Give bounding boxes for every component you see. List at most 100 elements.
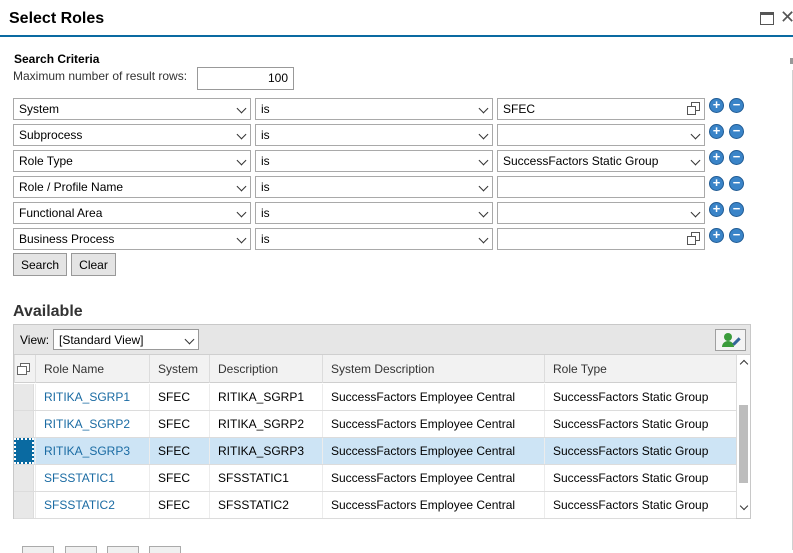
criteria-operator-select[interactable]: is bbox=[255, 98, 493, 120]
criteria-attribute-select[interactable]: Business Process bbox=[13, 228, 251, 250]
role-name-cell[interactable]: RITIKA_SGRP3 bbox=[35, 438, 149, 464]
criteria-row: Business Process is + − bbox=[0, 228, 760, 254]
role-name-cell[interactable]: RITIKA_SGRP2 bbox=[35, 411, 149, 437]
footer-button-2[interactable] bbox=[65, 546, 97, 553]
criteria-value-field[interactable] bbox=[497, 228, 705, 250]
chevron-down-icon bbox=[236, 103, 247, 114]
criteria-attribute-select-text: System bbox=[19, 102, 60, 116]
criteria-attribute-select-text: Role Type bbox=[19, 154, 73, 168]
chevron-down-icon bbox=[236, 207, 247, 218]
search-button[interactable]: Search bbox=[13, 253, 67, 276]
remove-criteria-button[interactable]: − bbox=[729, 124, 744, 139]
column-header-description[interactable]: Description bbox=[209, 355, 322, 383]
criteria-attribute-select-text: Subprocess bbox=[19, 128, 83, 142]
remove-criteria-button[interactable]: − bbox=[729, 176, 744, 191]
criteria-value-field[interactable] bbox=[497, 176, 705, 198]
view-select[interactable]: [Standard View] bbox=[53, 329, 199, 350]
system-cell: SFEC bbox=[149, 438, 209, 464]
criteria-operator-select-text: is bbox=[261, 102, 270, 116]
value-help-icon[interactable] bbox=[687, 102, 701, 116]
column-header-role-name[interactable]: Role Name bbox=[35, 355, 149, 383]
row-selector[interactable] bbox=[14, 384, 34, 410]
maximize-icon[interactable] bbox=[760, 12, 774, 25]
select-all-cell[interactable] bbox=[14, 355, 35, 383]
chevron-down-icon bbox=[690, 207, 701, 218]
scroll-up-icon[interactable] bbox=[739, 359, 749, 369]
role-type-cell: SuccessFactors Static Group bbox=[544, 411, 736, 437]
add-criteria-button[interactable]: + bbox=[709, 98, 724, 113]
add-criteria-button[interactable]: + bbox=[709, 202, 724, 217]
chevron-down-icon bbox=[478, 103, 489, 114]
criteria-attribute-select[interactable]: Role Type bbox=[13, 150, 251, 172]
remove-criteria-button[interactable]: − bbox=[729, 98, 744, 113]
close-icon[interactable]: ✕ bbox=[780, 8, 793, 26]
add-criteria-button[interactable]: + bbox=[709, 176, 724, 191]
criteria-row: System is SFEC + − bbox=[0, 98, 760, 124]
criteria-value-field[interactable]: SFEC bbox=[497, 98, 705, 120]
row-selector[interactable] bbox=[14, 411, 34, 437]
table-row[interactable]: RITIKA_SGRP2 SFEC RITIKA_SGRP2 SuccessFacto… bbox=[14, 411, 736, 438]
table-row[interactable]: SFSSTATIC1 SFEC SFSSTATIC1 SuccessFactors E… bbox=[14, 465, 736, 492]
add-criteria-button[interactable]: + bbox=[709, 124, 724, 139]
criteria-operator-select[interactable]: is bbox=[255, 202, 493, 224]
scroll-thumb[interactable] bbox=[739, 405, 748, 483]
table-settings-button[interactable] bbox=[715, 329, 746, 351]
available-heading: Available bbox=[13, 303, 83, 320]
chevron-down-icon bbox=[236, 233, 247, 244]
column-header-system[interactable]: System bbox=[149, 355, 209, 383]
system-description-cell: SuccessFactors Employee Central bbox=[322, 411, 544, 437]
chevron-down-icon bbox=[690, 155, 701, 166]
row-selector[interactable] bbox=[14, 438, 34, 464]
criteria-operator-select[interactable]: is bbox=[255, 176, 493, 198]
description-cell: RITIKA_SGRP1 bbox=[209, 384, 322, 410]
system-cell: SFEC bbox=[149, 384, 209, 410]
column-header-role-type[interactable]: Role Type bbox=[544, 355, 736, 383]
criteria-operator-select[interactable]: is bbox=[255, 228, 493, 250]
user-settings-icon bbox=[724, 333, 732, 341]
criteria-attribute-select[interactable]: System bbox=[13, 98, 251, 120]
footer-button-1[interactable] bbox=[22, 546, 54, 553]
role-type-cell: SuccessFactors Static Group bbox=[544, 438, 736, 464]
role-type-cell: SuccessFactors Static Group bbox=[544, 492, 736, 518]
description-cell: RITIKA_SGRP2 bbox=[209, 411, 322, 437]
column-header-system-description[interactable]: System Description bbox=[322, 355, 544, 383]
role-name-cell[interactable]: RITIKA_SGRP1 bbox=[35, 384, 149, 410]
criteria-row: Role Type is SuccessFactors Static Group + − bbox=[0, 150, 760, 176]
row-selector[interactable] bbox=[14, 465, 34, 491]
footer-button-4[interactable] bbox=[149, 546, 181, 553]
criteria-operator-select[interactable]: is bbox=[255, 150, 493, 172]
footer-button-3[interactable] bbox=[107, 546, 139, 553]
table-row[interactable]: RITIKA_SGRP1 SFEC RITIKA_SGRP1 SuccessFacto… bbox=[14, 384, 736, 411]
add-criteria-button[interactable]: + bbox=[709, 228, 724, 243]
criteria-value-field-text: SFEC bbox=[503, 102, 536, 116]
chevron-down-icon bbox=[478, 129, 489, 140]
criteria-attribute-select[interactable]: Subprocess bbox=[13, 124, 251, 146]
row-selector[interactable] bbox=[14, 492, 34, 518]
criteria-value-field[interactable] bbox=[497, 124, 705, 146]
criteria-row: Subprocess is + − bbox=[0, 124, 760, 150]
system-cell: SFEC bbox=[149, 465, 209, 491]
criteria-attribute-select-text: Functional Area bbox=[19, 206, 103, 220]
max-rows-input[interactable]: 100 bbox=[197, 67, 294, 90]
criteria-operator-select[interactable]: is bbox=[255, 124, 493, 146]
role-name-cell[interactable]: SFSSTATIC2 bbox=[35, 492, 149, 518]
table-row[interactable]: SFSSTATIC2 SFEC SFSSTATIC2 SuccessFactors E… bbox=[14, 492, 736, 519]
system-description-cell: SuccessFactors Employee Central bbox=[322, 438, 544, 464]
criteria-value-field[interactable]: SuccessFactors Static Group bbox=[497, 150, 705, 172]
remove-criteria-button[interactable]: − bbox=[729, 150, 744, 165]
criteria-attribute-select[interactable]: Role / Profile Name bbox=[13, 176, 251, 198]
role-type-cell: SuccessFactors Static Group bbox=[544, 465, 736, 491]
vertical-scrollbar[interactable] bbox=[736, 355, 750, 518]
criteria-value-field[interactable] bbox=[497, 202, 705, 224]
criteria-attribute-select[interactable]: Functional Area bbox=[13, 202, 251, 224]
scroll-down-icon[interactable] bbox=[739, 501, 749, 511]
clear-button[interactable]: Clear bbox=[71, 253, 116, 276]
chevron-down-icon bbox=[478, 181, 489, 192]
remove-criteria-button[interactable]: − bbox=[729, 202, 744, 217]
remove-criteria-button[interactable]: − bbox=[729, 228, 744, 243]
table-toolbar: View: [Standard View] bbox=[14, 325, 750, 355]
table-row[interactable]: RITIKA_SGRP3 SFEC RITIKA_SGRP3 SuccessFacto… bbox=[14, 438, 736, 465]
add-criteria-button[interactable]: + bbox=[709, 150, 724, 165]
role-name-cell[interactable]: SFSSTATIC1 bbox=[35, 465, 149, 491]
value-help-icon[interactable] bbox=[687, 232, 701, 246]
